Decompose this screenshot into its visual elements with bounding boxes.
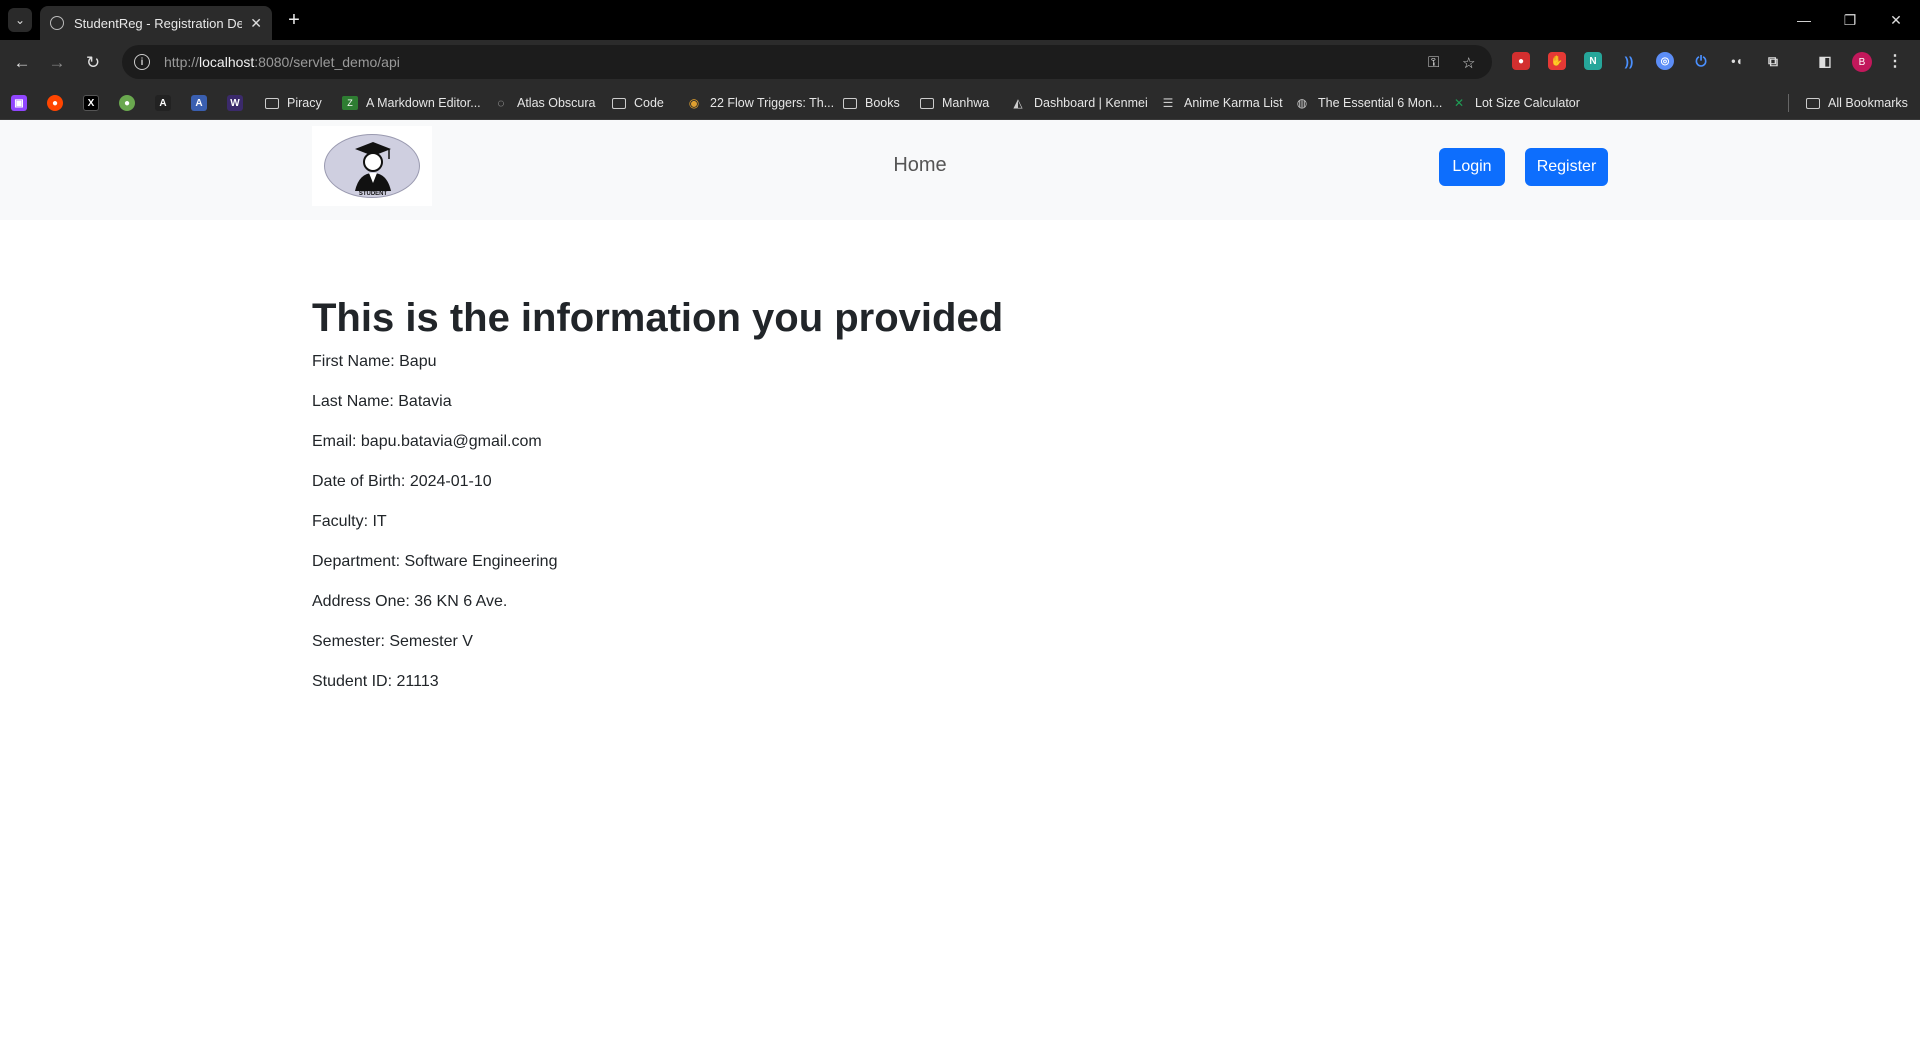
- close-tab-icon[interactable]: ✕: [250, 15, 262, 32]
- detail-student-id: Student ID: 21113: [312, 673, 439, 690]
- extensions-puzzle-icon[interactable]: ⧉: [1764, 52, 1782, 70]
- folder-icon: [612, 97, 626, 109]
- extension-power-icon[interactable]: ⏻: [1692, 52, 1710, 70]
- logo-emblem: STUDENT: [324, 134, 420, 198]
- plus-icon[interactable]: +: [282, 8, 306, 32]
- folder-icon: [920, 97, 934, 109]
- url-text[interactable]: http://localhost:8080/servlet_demo/api: [164, 54, 400, 70]
- bookmark-lot-size[interactable]: ✕ Lot Size Calculator: [1451, 94, 1580, 112]
- bookmark-markdown-editor[interactable]: ZA Markdown Editor...: [342, 94, 481, 112]
- page-title: This is the information you provided: [312, 296, 1004, 340]
- site-info-icon[interactable]: i: [134, 54, 150, 70]
- green-site-icon[interactable]: ●: [119, 95, 135, 111]
- browser-toolbar: ← → ↻ i http://localhost:8080/servlet_de…: [0, 40, 1920, 86]
- minimize-icon[interactable]: —: [1784, 6, 1824, 34]
- close-window-icon[interactable]: ✕: [1876, 6, 1916, 34]
- restore-icon[interactable]: ❐: [1830, 6, 1870, 34]
- list-icon: ☰: [1162, 96, 1174, 110]
- reddit-icon[interactable]: ●: [47, 95, 63, 111]
- bookmark-books[interactable]: Books: [843, 94, 900, 112]
- star-bookmark-icon[interactable]: ☆: [1462, 54, 1475, 72]
- all-bookmarks[interactable]: All Bookmarks: [1806, 94, 1908, 112]
- bookmark-essential-6[interactable]: ◍ The Essential 6 Mon...: [1294, 94, 1443, 112]
- bookmarks-bar: ▣ ● X ● A A W Piracy ZA Markdown Editor.…: [0, 86, 1920, 120]
- detail-address: Address One: 36 KN 6 Ave.: [312, 593, 508, 610]
- reload-icon[interactable]: ↻: [80, 50, 106, 76]
- extension-wave-icon[interactable]: )): [1620, 52, 1638, 70]
- profile-avatar[interactable]: B: [1852, 52, 1872, 72]
- bookmarks-separator: [1788, 94, 1796, 112]
- folder-icon: [265, 97, 279, 109]
- flow-icon: ◉: [688, 96, 700, 110]
- a-site-icon[interactable]: A: [155, 95, 171, 111]
- back-arrow-icon[interactable]: ←: [9, 50, 35, 76]
- globe-icon: [50, 16, 64, 30]
- as-site-icon[interactable]: A: [191, 95, 207, 111]
- menu-kebab-icon[interactable]: ⋮: [1886, 52, 1904, 70]
- detail-first-name: First Name: Bapu: [312, 353, 437, 370]
- tab-search-icon[interactable]: ⌄: [8, 8, 32, 32]
- folder-icon: [1806, 97, 1820, 109]
- forward-arrow-icon[interactable]: →: [44, 50, 70, 76]
- extension-hand-icon[interactable]: ✋: [1548, 52, 1566, 70]
- folder-icon: [843, 97, 857, 109]
- atlas-icon: ◌: [497, 96, 505, 110]
- kenmei-icon: ◭: [1013, 96, 1023, 110]
- detail-department: Department: Software Engineering: [312, 553, 558, 570]
- graduate-icon: STUDENT: [355, 142, 391, 197]
- x-icon[interactable]: X: [83, 95, 99, 111]
- bookmark-piracy[interactable]: Piracy: [265, 94, 322, 112]
- bookmark-code[interactable]: Code: [612, 94, 664, 112]
- browser-tab-strip: ⌄ StudentReg - Registration Deta ✕ + — ❐…: [0, 0, 1920, 40]
- detail-faculty: Faculty: IT: [312, 513, 387, 530]
- globe-icon: ◍: [1296, 96, 1308, 110]
- login-button[interactable]: Login: [1439, 148, 1505, 186]
- bookmark-manhwa[interactable]: Manhwa: [920, 94, 989, 112]
- extension-search-icon[interactable]: ◎: [1656, 52, 1674, 70]
- markdown-icon: Z: [342, 96, 358, 110]
- detail-email: Email: bapu.batavia@gmail.com: [312, 433, 542, 450]
- register-button[interactable]: Register: [1525, 148, 1608, 186]
- detail-semester: Semester: Semester V: [312, 633, 473, 650]
- extension-notion-icon[interactable]: N: [1584, 52, 1602, 70]
- student-logo[interactable]: STUDENT: [312, 126, 432, 206]
- bookmark-atlas-obscura[interactable]: ◌ Atlas Obscura: [493, 94, 595, 112]
- w-site-icon[interactable]: W: [227, 95, 243, 111]
- bookmark-anime-karma[interactable]: ☰ Anime Karma List: [1160, 94, 1283, 112]
- extension-dots-icon[interactable]: •◖: [1728, 52, 1746, 70]
- detail-date-of-birth: Date of Birth: 2024-01-10: [312, 473, 492, 490]
- nav-home-link[interactable]: Home: [860, 154, 980, 177]
- extension-red-icon[interactable]: ●: [1512, 52, 1530, 70]
- excel-icon: ✕: [1453, 96, 1465, 110]
- detail-last-name: Last Name: Batavia: [312, 393, 452, 410]
- tab-title: StudentReg - Registration Deta: [74, 15, 243, 31]
- site-navbar: STUDENT Home Login Register: [0, 120, 1920, 220]
- address-bar[interactable]: i http://localhost:8080/servlet_demo/api…: [122, 45, 1492, 79]
- bookmark-kenmei[interactable]: ◭ Dashboard | Kenmei: [1010, 94, 1147, 112]
- twitch-icon[interactable]: ▣: [11, 95, 27, 111]
- key-icon[interactable]: ⚿: [1428, 54, 1439, 71]
- logo-caption: STUDENT: [359, 191, 388, 197]
- side-panel-icon[interactable]: ◧: [1816, 52, 1834, 70]
- registration-details: This is the information you provided Fir…: [312, 290, 1612, 710]
- browser-tab-active[interactable]: StudentReg - Registration Deta ✕: [40, 6, 272, 40]
- bookmark-flow-triggers[interactable]: ◉ 22 Flow Triggers: Th...: [686, 94, 834, 112]
